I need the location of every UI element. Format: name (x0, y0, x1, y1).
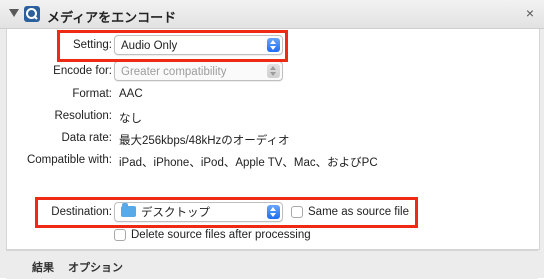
quicktime-icon (24, 6, 40, 22)
compatible-with-label: Compatible with: (26, 154, 112, 166)
action-footer: 結果 オプション (6, 250, 538, 279)
tab-results[interactable]: 結果 (32, 259, 54, 275)
close-icon[interactable]: × (526, 5, 534, 21)
encode-media-action-panel: メディアをエンコード × Setting: Audio Only Encode … (0, 0, 544, 279)
destination-highlight (35, 197, 418, 228)
delete-source-label: Delete source files after processing (131, 229, 311, 241)
encode-for-popup: Greater compatibility (114, 61, 283, 81)
resolution-label: Resolution: (54, 110, 112, 122)
tab-options[interactable]: オプション (68, 259, 123, 275)
encode-for-label: Encode for: (53, 65, 112, 77)
format-label: Format: (72, 88, 112, 100)
encode-for-popup-arrows-icon (267, 64, 280, 78)
action-title: メディアをエンコード (47, 10, 177, 25)
resolution-value: なし (119, 113, 142, 125)
encode-for-value: Greater compatibility (121, 66, 227, 78)
delete-source-checkbox[interactable] (114, 229, 126, 241)
setting-highlight (57, 30, 288, 62)
disclosure-triangle-icon[interactable] (9, 9, 19, 17)
format-value: AAC (119, 88, 143, 100)
data-rate-value: 最大256kbps/48kHzのオーディオ (119, 135, 290, 147)
data-rate-label: Data rate: (61, 132, 113, 144)
compatible-with-value: iPad、iPhone、iPod、Apple TV、Mac、およびPC (119, 157, 378, 169)
action-titlebar: メディアをエンコード × (0, 0, 544, 29)
